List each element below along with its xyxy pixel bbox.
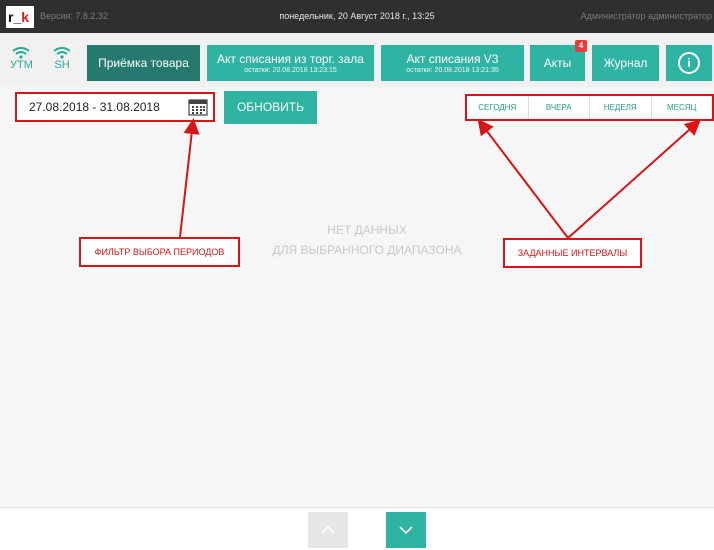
interval-month-button[interactable]: МЕСЯЦ: [652, 96, 713, 119]
content-area: [0, 87, 714, 507]
writeoff-v3-button[interactable]: Акт списания V3 остатки: 20.08.2018 13:2…: [381, 45, 524, 81]
journal-button[interactable]: Журнал: [592, 45, 659, 81]
intervals-annotation: ЗАДАННЫЕ ИНТЕРВАЛЫ: [503, 238, 642, 268]
bottom-bar: [0, 507, 714, 550]
empty-state-line2: ДЛЯ ВЫБРАННОГО ДИАПАЗОНА: [272, 243, 462, 257]
acts-label: Акты: [543, 56, 572, 70]
writeoff-v3-sub: остатки: 20.08.2018 13:21:35: [406, 67, 499, 74]
interval-today-button[interactable]: СЕГОДНЯ: [467, 96, 529, 119]
top-bar: r_k Версия: 7.8.2.32 понедельник, 20 Авг…: [0, 0, 714, 33]
date-range-field[interactable]: 27.08.2018 - 31.08.2018: [15, 92, 215, 122]
chevron-down-icon: [399, 526, 413, 534]
info-button[interactable]: i: [666, 45, 712, 81]
receive-goods-label: Приёмка товара: [98, 56, 189, 70]
sh-label: SH: [54, 59, 70, 71]
toolbar: УТМ SH Приёмка товара Акт списания из то…: [0, 33, 714, 87]
interval-week-button[interactable]: НЕДЕЛЯ: [590, 96, 652, 119]
sh-status: SH: [51, 47, 73, 71]
interval-buttons: СЕГОДНЯ ВЧЕРА НЕДЕЛЯ МЕСЯЦ: [465, 94, 714, 121]
wifi-icon: [53, 47, 71, 59]
chevron-up-icon: [321, 526, 335, 534]
user-name: Администратор администратор: [580, 11, 712, 21]
utm-label: УТМ: [10, 59, 33, 71]
calendar-icon[interactable]: [188, 98, 208, 116]
acts-badge: 4: [575, 40, 587, 52]
writeoff-hall-button[interactable]: Акт списания из торг. зала остатки: 20.0…: [207, 45, 374, 81]
writeoff-hall-sub: остатки: 20.08.2018 13:23:15: [244, 67, 337, 74]
scroll-up-button[interactable]: [308, 512, 348, 548]
receive-goods-button[interactable]: Приёмка товара: [87, 45, 200, 81]
date-range-value: 27.08.2018 - 31.08.2018: [29, 100, 160, 114]
info-icon: i: [678, 52, 700, 74]
journal-label: Журнал: [603, 56, 648, 70]
wifi-icon: [12, 47, 30, 59]
refresh-button[interactable]: ОБНОВИТЬ: [224, 91, 317, 124]
interval-yesterday-button[interactable]: ВЧЕРА: [529, 96, 590, 119]
writeoff-hall-label: Акт списания из торг. зала: [217, 52, 364, 66]
empty-state: НЕТ ДАННЫХ ДЛЯ ВЫБРАННОГО ДИАПАЗОНА: [200, 220, 534, 260]
filter-annotation: ФИЛЬТР ВЫБОРА ПЕРИОДОВ: [79, 237, 240, 267]
acts-button[interactable]: Акты 4: [530, 40, 587, 81]
utm-status: УТМ: [10, 47, 33, 71]
writeoff-v3-label: Акт списания V3: [406, 52, 499, 66]
empty-state-line1: НЕТ ДАННЫХ: [327, 223, 407, 237]
scroll-down-button[interactable]: [386, 512, 426, 548]
